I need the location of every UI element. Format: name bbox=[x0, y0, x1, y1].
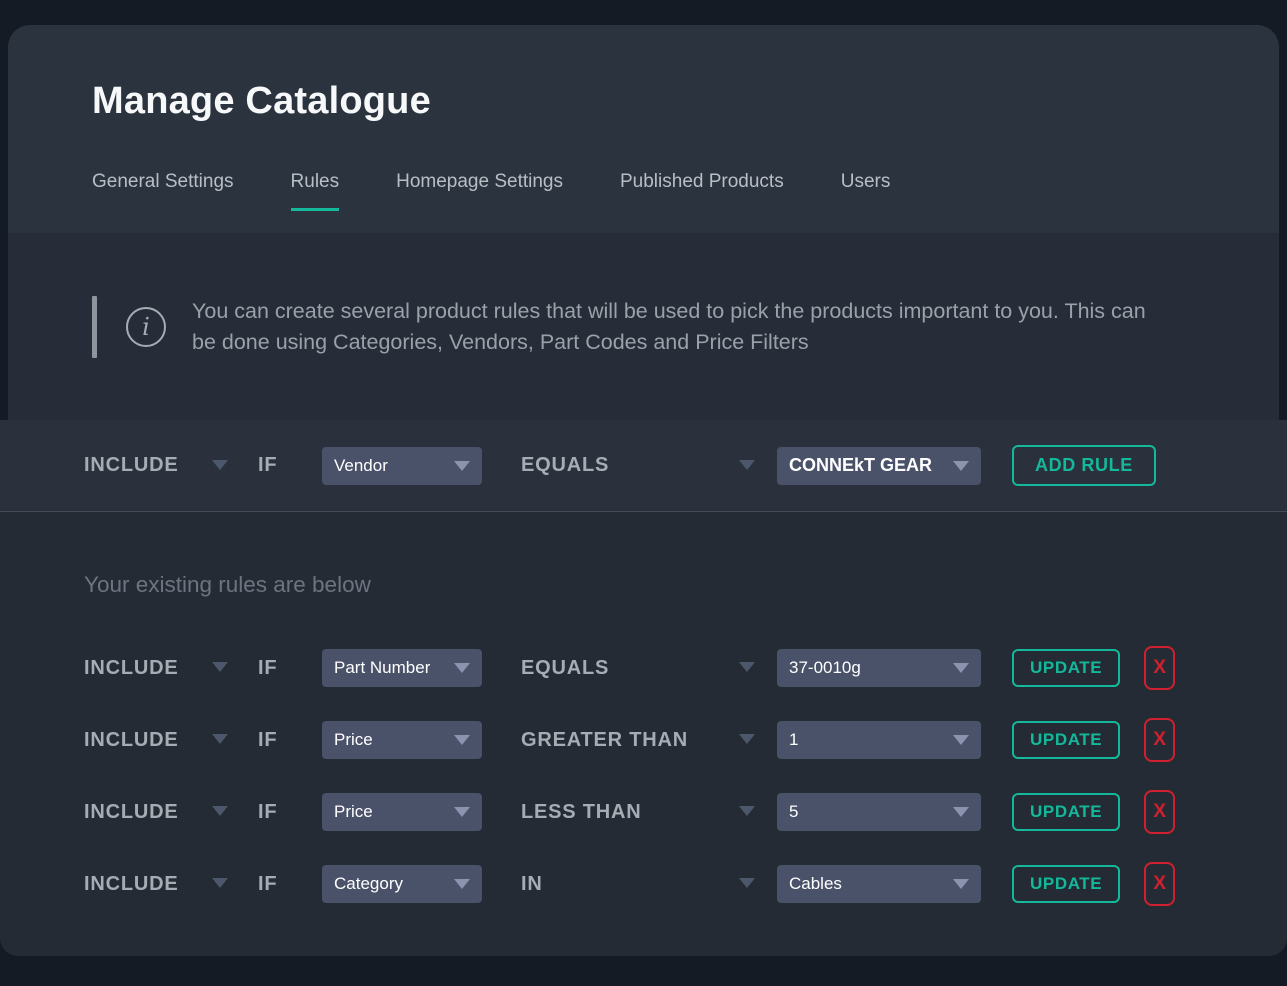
rule-row-1: INCLUDE IF Part Number EQUALS 37-0010g bbox=[0, 646, 1287, 690]
chevron-down-icon bbox=[454, 735, 470, 745]
tab-homepage-settings[interactable]: Homepage Settings bbox=[396, 171, 563, 211]
rule-value-dropdown[interactable]: Cables bbox=[777, 865, 981, 903]
rule-action-label[interactable]: INCLUDE bbox=[84, 873, 212, 896]
rule-builder-band: INCLUDE IF Vendor EQUALS CONNEkT GEAR AD… bbox=[0, 420, 1287, 512]
chevron-down-icon bbox=[953, 461, 969, 471]
builder-value: CONNEkT GEAR bbox=[789, 455, 932, 476]
delete-rule-button[interactable]: X bbox=[1144, 862, 1175, 906]
chevron-down-icon[interactable] bbox=[739, 734, 755, 744]
chevron-down-icon bbox=[953, 807, 969, 817]
chevron-down-icon[interactable] bbox=[739, 806, 755, 816]
rule-if-label: IF bbox=[258, 657, 322, 680]
rule-operator-label[interactable]: GREATER THAN bbox=[521, 729, 739, 752]
update-rule-button[interactable]: UPDATE bbox=[1012, 721, 1120, 759]
rule-value: Cables bbox=[789, 874, 842, 894]
chevron-down-icon bbox=[953, 663, 969, 673]
tab-general-settings[interactable]: General Settings bbox=[92, 171, 234, 211]
rule-row-3: INCLUDE IF Price LESS THAN 5 bbox=[0, 790, 1287, 834]
info-text: You can create several product rules tha… bbox=[192, 296, 1172, 358]
existing-rules-list: INCLUDE IF Part Number EQUALS 37-0010g bbox=[0, 646, 1287, 906]
chevron-down-icon[interactable] bbox=[739, 460, 755, 470]
delete-rule-button[interactable]: X bbox=[1144, 718, 1175, 762]
delete-rule-button[interactable]: X bbox=[1144, 646, 1175, 690]
tab-published-products[interactable]: Published Products bbox=[620, 171, 784, 211]
tab-users[interactable]: Users bbox=[841, 171, 891, 211]
chevron-down-icon bbox=[454, 663, 470, 673]
rule-value-dropdown[interactable]: 1 bbox=[777, 721, 981, 759]
rule-value: 1 bbox=[789, 730, 798, 750]
update-rule-button[interactable]: UPDATE bbox=[1012, 865, 1120, 903]
update-rule-button[interactable]: UPDATE bbox=[1012, 793, 1120, 831]
chevron-down-icon[interactable] bbox=[212, 878, 228, 888]
info-banner: i You can create several product rules t… bbox=[8, 233, 1279, 420]
delete-rule-button[interactable]: X bbox=[1144, 790, 1175, 834]
builder-value-dropdown[interactable]: CONNEkT GEAR bbox=[777, 447, 981, 485]
tab-rules[interactable]: Rules bbox=[291, 171, 340, 211]
builder-action-label[interactable]: INCLUDE bbox=[84, 454, 212, 477]
existing-rules-heading: Your existing rules are below bbox=[0, 572, 1287, 598]
rule-if-label: IF bbox=[258, 873, 322, 896]
header-section: Manage Catalogue General Settings Rules … bbox=[8, 25, 1279, 233]
rule-field-value: Price bbox=[334, 802, 373, 822]
rule-operator-label[interactable]: LESS THAN bbox=[521, 801, 739, 824]
info-accent-bar bbox=[92, 296, 97, 358]
info-banner-inner: i You can create several product rules t… bbox=[92, 296, 1172, 358]
rule-builder-row: INCLUDE IF Vendor EQUALS CONNEkT GEAR AD… bbox=[0, 445, 1287, 486]
existing-rules-section: Your existing rules are below INCLUDE IF… bbox=[0, 512, 1287, 956]
rule-row-2: INCLUDE IF Price GREATER THAN 1 bbox=[0, 718, 1287, 762]
rule-value-dropdown[interactable]: 37-0010g bbox=[777, 649, 981, 687]
rule-operator-label[interactable]: EQUALS bbox=[521, 657, 739, 680]
rule-value: 5 bbox=[789, 802, 798, 822]
rule-action-label[interactable]: INCLUDE bbox=[84, 729, 212, 752]
chevron-down-icon[interactable] bbox=[739, 878, 755, 888]
chevron-down-icon[interactable] bbox=[212, 662, 228, 672]
update-rule-button[interactable]: UPDATE bbox=[1012, 649, 1120, 687]
builder-field-dropdown[interactable]: Vendor bbox=[322, 447, 482, 485]
manage-catalogue-card: Manage Catalogue General Settings Rules … bbox=[8, 25, 1279, 420]
rule-row-4: INCLUDE IF Category IN Cables bbox=[0, 862, 1287, 906]
chevron-down-icon[interactable] bbox=[212, 734, 228, 744]
page-title: Manage Catalogue bbox=[92, 80, 1279, 123]
rule-field-value: Price bbox=[334, 730, 373, 750]
rule-if-label: IF bbox=[258, 729, 322, 752]
info-icon: i bbox=[126, 307, 166, 347]
rule-field-dropdown[interactable]: Price bbox=[322, 721, 482, 759]
chevron-down-icon[interactable] bbox=[212, 460, 228, 470]
rule-value-dropdown[interactable]: 5 bbox=[777, 793, 981, 831]
rule-field-dropdown[interactable]: Category bbox=[322, 865, 482, 903]
chevron-down-icon bbox=[454, 879, 470, 889]
rule-value: 37-0010g bbox=[789, 658, 861, 678]
rule-field-dropdown[interactable]: Price bbox=[322, 793, 482, 831]
builder-field-value: Vendor bbox=[334, 456, 388, 476]
rule-field-value: Part Number bbox=[334, 658, 430, 678]
rule-if-label: IF bbox=[258, 801, 322, 824]
rule-field-value: Category bbox=[334, 874, 403, 894]
existing-rules-card: Your existing rules are below INCLUDE IF… bbox=[0, 512, 1287, 956]
chevron-down-icon[interactable] bbox=[739, 662, 755, 672]
chevron-down-icon bbox=[454, 461, 470, 471]
builder-if-label: IF bbox=[258, 454, 322, 477]
chevron-down-icon bbox=[953, 735, 969, 745]
tab-bar: General Settings Rules Homepage Settings… bbox=[92, 171, 1279, 211]
rule-field-dropdown[interactable]: Part Number bbox=[322, 649, 482, 687]
chevron-down-icon bbox=[454, 807, 470, 817]
chevron-down-icon[interactable] bbox=[212, 806, 228, 816]
builder-operator-label[interactable]: EQUALS bbox=[521, 454, 739, 477]
rule-operator-label[interactable]: IN bbox=[521, 873, 739, 896]
rule-action-label[interactable]: INCLUDE bbox=[84, 657, 212, 680]
chevron-down-icon bbox=[953, 879, 969, 889]
rule-action-label[interactable]: INCLUDE bbox=[84, 801, 212, 824]
add-rule-button[interactable]: ADD RULE bbox=[1012, 445, 1156, 486]
